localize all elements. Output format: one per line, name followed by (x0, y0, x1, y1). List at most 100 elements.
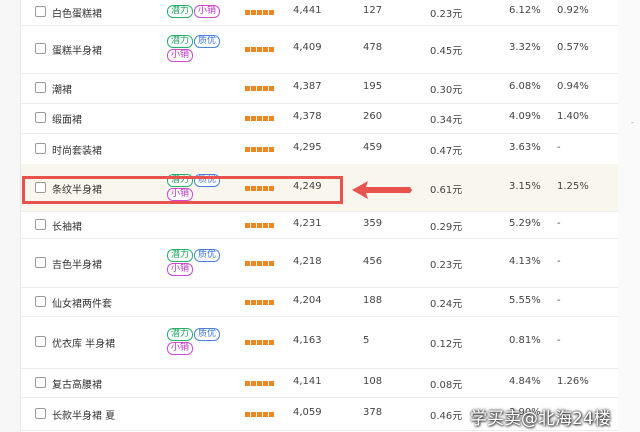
tag-badge: 潜力 (167, 249, 194, 262)
rating-block (245, 261, 250, 266)
competition-cell: 260 (363, 111, 383, 122)
keyword-table-panel: - 白色蛋糕裙 潜力 小销 4,441 127 0.23元 6.12% 0.92% 蛋糕半身裙潜… (0, 0, 640, 432)
rating-block (257, 223, 262, 228)
tag-group: 潜力 质优 小销 (167, 248, 233, 276)
conversion-rate-cell: - (557, 335, 561, 346)
row-checkbox[interactable] (35, 112, 46, 123)
rating-block (263, 147, 268, 152)
rating-block (251, 86, 256, 91)
scroll-grip-icon[interactable]: - (631, 119, 637, 127)
table-row[interactable]: 复古高腰裙 4,141 108 0.08元 4.84% 1.26% (21, 368, 618, 398)
keyword-cell[interactable]: 吉色半身裙 (52, 256, 102, 271)
click-rate-cell: 4.84% (509, 376, 541, 387)
table-row[interactable]: 缎面裙 4,378 260 0.34元 4.09% 1.40% (21, 103, 618, 134)
rating-stars (245, 147, 274, 152)
watermark: 学买卖@北海24楼 (470, 409, 611, 429)
rating-block (263, 412, 268, 417)
rating-block (263, 340, 268, 345)
table-row[interactable]: 长袖裙 4,231 359 0.29元 5.29% - (21, 211, 618, 239)
scrollbar-track[interactable] (618, 0, 640, 432)
row-checkbox[interactable] (35, 219, 46, 230)
tag-badge: 潜力 (167, 35, 194, 48)
competition-cell: 5 (363, 335, 370, 346)
tag-badge: 质优 (194, 35, 221, 48)
search-volume-cell: 4,387 (293, 81, 322, 92)
rating-block (263, 223, 268, 228)
price-cell: 0.24元 (430, 299, 463, 310)
keyword-cell[interactable]: 长款半身裙 夏 (52, 407, 115, 422)
tag-group: 潜力 小销 (167, 4, 233, 18)
price-cell: 0.08元 (430, 380, 463, 391)
rating-block (257, 147, 262, 152)
row-checkbox[interactable] (35, 336, 46, 347)
conversion-rate-cell: - (557, 295, 561, 306)
rating-block (245, 223, 250, 228)
rating-block (257, 116, 262, 121)
rating-block (269, 412, 274, 417)
competition-cell: 195 (363, 81, 383, 92)
rating-block (245, 381, 250, 386)
keyword-cell[interactable]: 长袖裙 (52, 218, 82, 233)
click-rate-cell: 0.81% (509, 335, 541, 346)
click-rate-cell: 4.13% (509, 256, 541, 267)
tag-badge: 小销 (194, 5, 221, 18)
row-checkbox[interactable] (35, 408, 46, 419)
rating-stars (245, 223, 274, 228)
click-rate-cell: 3.63% (509, 142, 541, 153)
row-checkbox[interactable] (35, 296, 46, 307)
keyword-cell[interactable]: 仙女裙两件套 (52, 295, 112, 310)
price-cell: 0.47元 (430, 146, 463, 157)
row-checkbox[interactable] (35, 257, 46, 268)
row-checkbox[interactable] (35, 143, 46, 154)
search-volume-cell: 4,441 (293, 5, 322, 16)
rating-block (269, 10, 274, 15)
price-cell: 0.61元 (430, 185, 463, 196)
rating-block (251, 147, 256, 152)
row-checkbox[interactable] (35, 43, 46, 54)
table-row[interactable]: 优衣库 半身裙 潜力 质优 小销 4,163 5 0.12元 0.81% - (21, 316, 618, 369)
keyword-cell[interactable]: 潮裙 (52, 81, 72, 96)
rating-block (257, 381, 262, 386)
rating-block (269, 300, 274, 305)
search-volume-cell: 4,204 (293, 295, 322, 306)
rating-stars (245, 381, 274, 386)
competition-cell: 456 (363, 256, 383, 267)
red-arrow-icon (352, 181, 412, 199)
highlight-box (22, 176, 343, 204)
search-volume-cell: 4,141 (293, 376, 322, 387)
keyword-cell[interactable]: 缎面裙 (52, 111, 82, 126)
rating-stars (245, 340, 274, 345)
rating-block (251, 116, 256, 121)
keyword-cell[interactable]: 复古高腰裙 (52, 376, 102, 391)
rating-stars (245, 300, 274, 305)
rating-block (269, 86, 274, 91)
table-row[interactable]: 潮裙 4,387 195 0.30元 6.08% 0.94% (21, 73, 618, 104)
row-checkbox[interactable] (35, 6, 46, 17)
competition-cell: 459 (363, 142, 383, 153)
tag-badge: 小销 (167, 342, 194, 355)
keyword-cell[interactable]: 蛋糕半身裙 (52, 42, 102, 57)
search-volume-cell: 4,378 (293, 111, 322, 122)
conversion-rate-cell: - (557, 142, 561, 153)
rating-block (257, 86, 262, 91)
rating-block (263, 10, 268, 15)
click-rate-cell: 5.29% (509, 218, 541, 229)
price-cell: 0.30元 (430, 85, 463, 96)
table-row[interactable]: 蛋糕半身裙 潜力 质优 小销 4,409 478 0.45元 3.32% 0.57% (21, 25, 618, 74)
table-row[interactable]: 吉色半身裙 潜力 质优 小销 4,218 456 0.23元 4.13% - (21, 238, 618, 288)
price-cell: 0.29元 (430, 222, 463, 233)
keyword-cell[interactable]: 时尚套装裙 (52, 142, 102, 157)
row-checkbox[interactable] (35, 377, 46, 388)
rating-block (269, 340, 274, 345)
competition-cell: 378 (363, 407, 383, 418)
price-cell: 0.23元 (430, 260, 463, 271)
conversion-rate-cell: - (557, 218, 561, 229)
keyword-cell[interactable]: 白色蛋糕裙 (52, 5, 102, 20)
table-row[interactable]: 白色蛋糕裙 潜力 小销 4,441 127 0.23元 6.12% 0.92% (21, 0, 618, 26)
table-row[interactable]: 时尚套装裙 4,295 459 0.47元 3.63% - (21, 133, 618, 165)
keyword-cell[interactable]: 优衣库 半身裙 (52, 335, 115, 350)
left-margin (0, 0, 20, 432)
row-checkbox[interactable] (35, 82, 46, 93)
tag-badge: 小销 (167, 263, 194, 276)
table-row[interactable]: 仙女裙两件套 4,204 188 0.24元 5.55% - (21, 287, 618, 317)
